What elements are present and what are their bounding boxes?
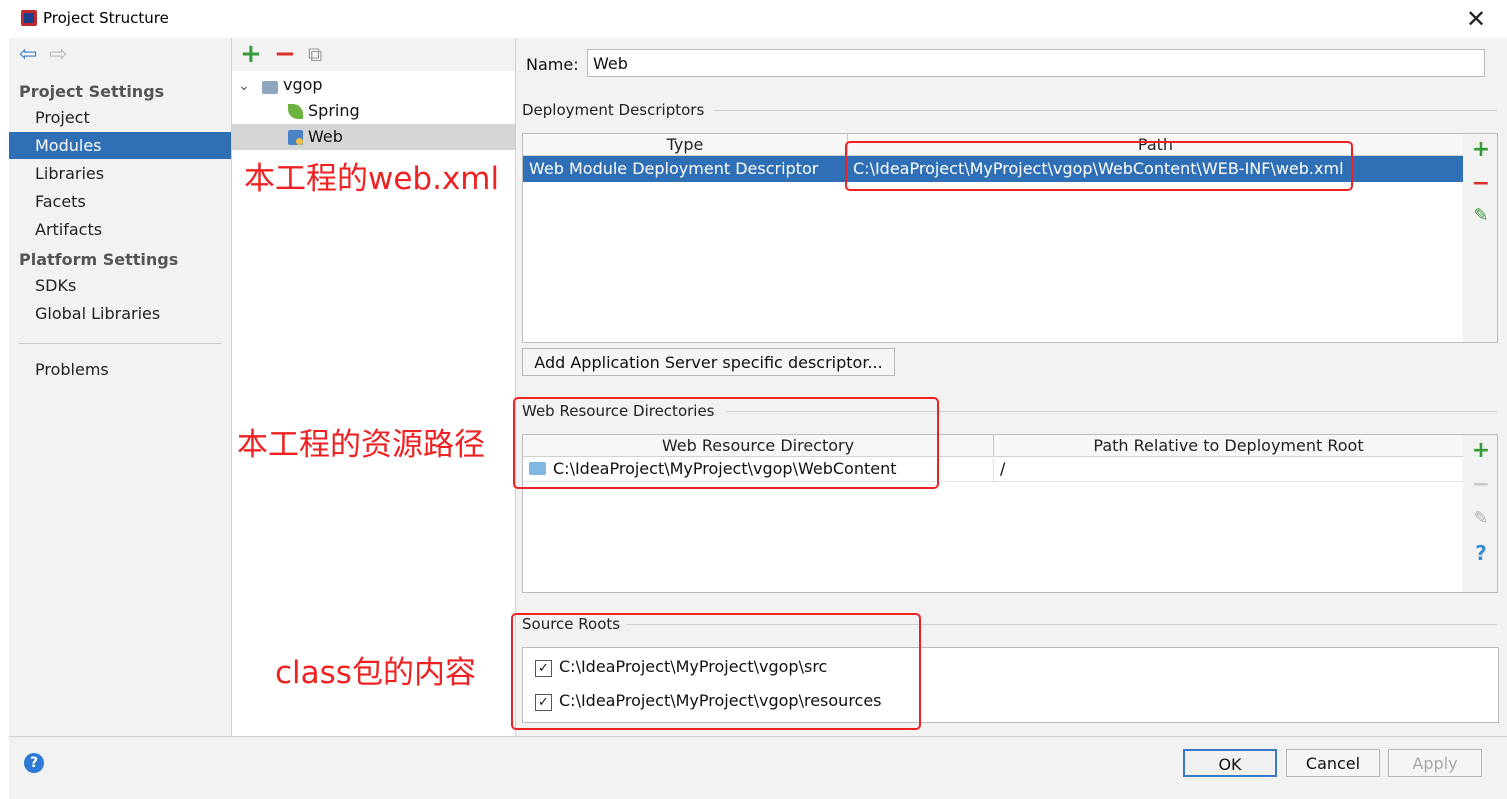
column-header-type[interactable]: Type <box>523 134 847 156</box>
column-separator <box>993 457 994 481</box>
spring-leaf-icon <box>288 104 303 119</box>
name-label: Name: <box>526 55 579 74</box>
project-settings-header: Project Settings <box>19 82 165 101</box>
sidebar-item-sdks[interactable]: SDKs <box>9 272 231 299</box>
remove-icon[interactable]: − <box>274 39 296 69</box>
tree-item-spring[interactable]: Spring <box>308 98 360 124</box>
annotation-resource-path: 本工程的资源路径 <box>237 427 485 463</box>
remove-icon[interactable]: − <box>1471 474 1491 496</box>
copy-icon[interactable]: ⧉ <box>308 42 322 66</box>
platform-settings-header: Platform Settings <box>19 250 179 269</box>
section-divider <box>714 110 1497 111</box>
column-header-relative-path[interactable]: Path Relative to Deployment Root <box>994 435 1463 457</box>
annotation-class-content: class包的内容 <box>275 655 476 691</box>
name-input[interactable]: Web <box>587 49 1485 77</box>
tree-item-web[interactable]: Web <box>308 124 343 150</box>
help-icon[interactable]: ? <box>24 753 44 773</box>
descriptor-type-cell: Web Module Deployment Descriptor <box>529 159 819 178</box>
apply-button[interactable]: Apply <box>1388 749 1482 777</box>
sidebar-item-artifacts[interactable]: Artifacts <box>9 216 231 243</box>
folder-icon <box>262 81 278 94</box>
cancel-button[interactable]: Cancel <box>1286 749 1380 777</box>
deployment-toolbar: + − ✎ <box>1463 133 1498 343</box>
sidebar: ⇦ ⇨ Project Settings Project Modules Lib… <box>9 38 232 736</box>
relative-path-cell: / <box>1000 459 1006 478</box>
sidebar-item-libraries[interactable]: Libraries <box>9 160 231 187</box>
web-resources-toolbar: + − ✎ ? <box>1463 434 1498 593</box>
project-structure-dialog: Project Structure ✕ ⇦ ⇨ Project Settings… <box>9 0 1507 799</box>
sidebar-item-project[interactable]: Project <box>9 104 231 131</box>
tree-item-vgop[interactable]: vgop <box>283 72 323 98</box>
ok-button[interactable]: OK <box>1183 749 1277 777</box>
highlight-box-source-roots <box>511 613 921 730</box>
sidebar-item-modules[interactable]: Modules <box>9 132 231 159</box>
add-icon[interactable]: + <box>1471 440 1491 462</box>
forward-arrow-icon[interactable]: ⇨ <box>49 42 67 67</box>
add-server-descriptor-button[interactable]: Add Application Server specific descript… <box>522 348 895 376</box>
sidebar-divider <box>19 343 221 344</box>
sidebar-item-problems[interactable]: Problems <box>9 356 231 383</box>
module-tree-pane: + − ⧉ ⌄ vgop Spring Web <box>232 38 516 736</box>
annotation-web-xml: 本工程的web.xml <box>244 161 500 197</box>
title-bar: Project Structure ✕ <box>9 0 1507 38</box>
close-button[interactable]: ✕ <box>1463 6 1489 32</box>
sidebar-item-facets[interactable]: Facets <box>9 188 231 215</box>
dialog-button-bar: ? OK Cancel Apply <box>9 736 1507 799</box>
app-logo-icon <box>21 10 37 26</box>
window-title: Project Structure <box>43 9 169 27</box>
highlight-box-web-xml-path <box>845 141 1353 191</box>
back-arrow-icon[interactable]: ⇦ <box>19 42 37 67</box>
help-icon[interactable]: ? <box>1471 543 1491 563</box>
tree-toolbar: + − ⧉ <box>232 38 515 71</box>
tree-selection-highlight <box>232 124 515 150</box>
highlight-box-web-resources <box>513 397 939 489</box>
edit-pencil-icon[interactable]: ✎ <box>1471 509 1491 529</box>
remove-icon[interactable]: − <box>1471 173 1491 195</box>
add-icon[interactable]: + <box>1471 139 1491 161</box>
add-icon[interactable]: + <box>240 39 262 69</box>
edit-pencil-icon[interactable]: ✎ <box>1471 206 1491 226</box>
expand-chevron-icon[interactable]: ⌄ <box>238 78 250 94</box>
sidebar-item-global-libraries[interactable]: Global Libraries <box>9 300 231 327</box>
deployment-descriptors-title: Deployment Descriptors <box>522 101 705 119</box>
web-module-icon <box>288 130 303 145</box>
